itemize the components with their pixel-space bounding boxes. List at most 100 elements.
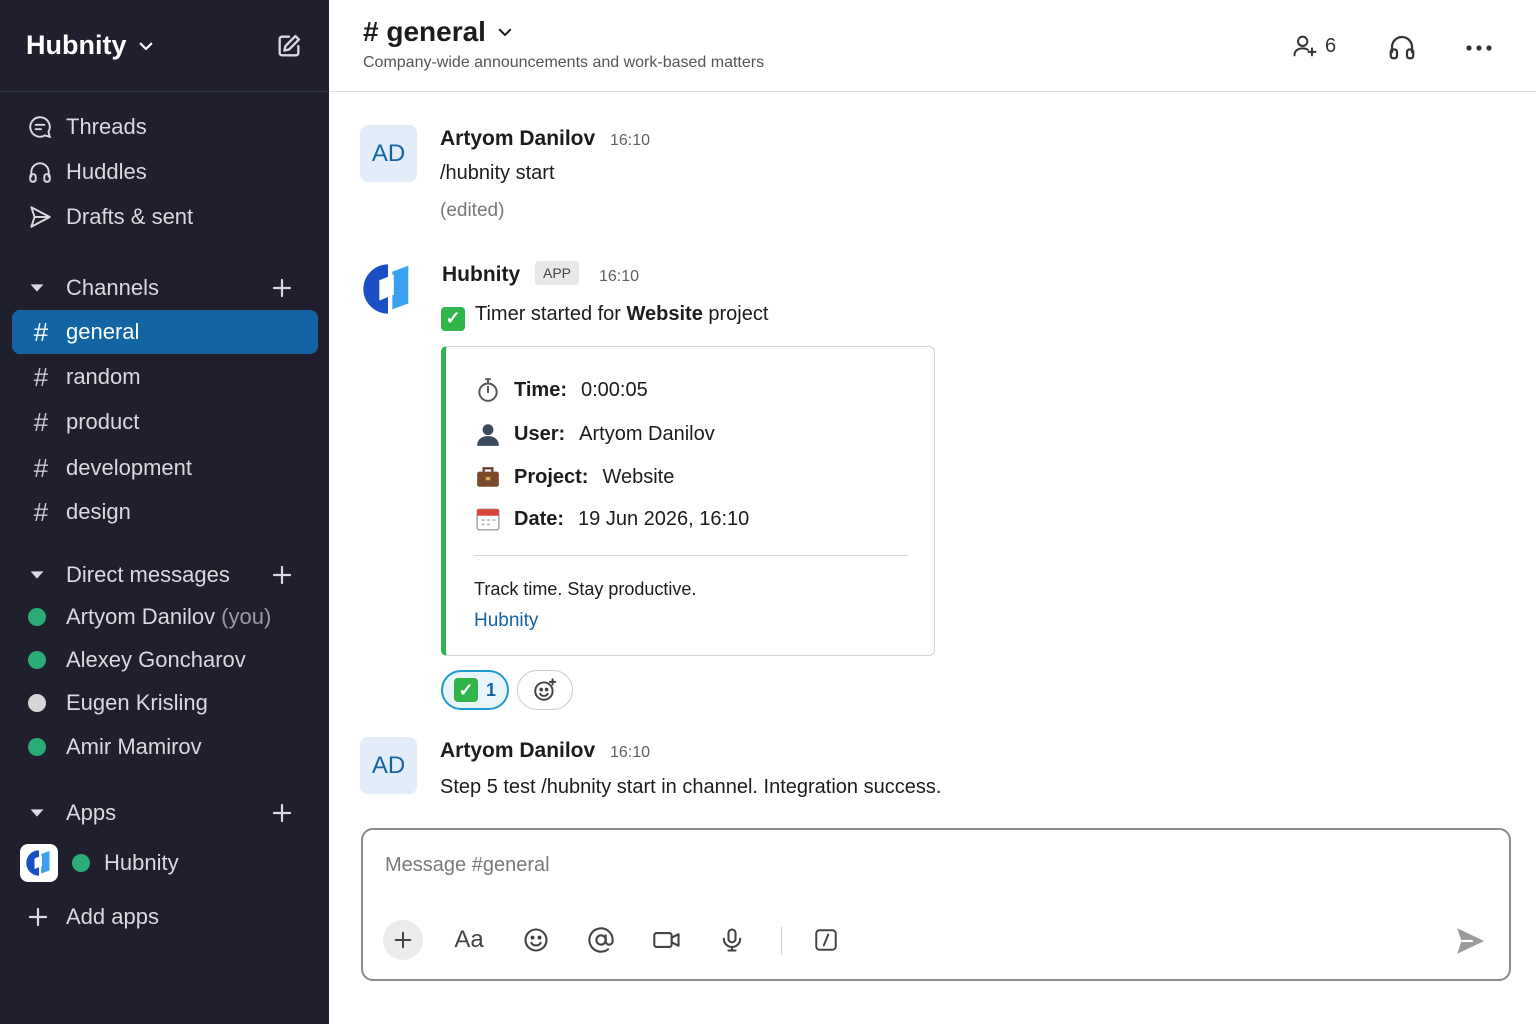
video-icon — [653, 932, 680, 948]
channel-header: # general Company-wide announcements and… — [329, 0, 1536, 92]
apps-section-header[interactable]: Apps — [12, 793, 318, 833]
dm-section-header[interactable]: Direct messages — [12, 555, 318, 595]
channel-random[interactable]: # random — [12, 355, 318, 399]
sidebar: Hubnity Threads Huddles Drafts & sent Ch… — [0, 0, 329, 1024]
caret-down-icon[interactable] — [26, 277, 48, 299]
dm-alexey-goncharov[interactable]: Alexey Goncharov — [12, 639, 318, 681]
emoji-button[interactable] — [516, 920, 556, 960]
add-reaction-button[interactable] — [517, 670, 573, 710]
user-icon — [474, 420, 502, 448]
main-panel: # general Company-wide announcements and… — [329, 0, 1536, 1024]
dm-you-suffix: (you) — [221, 604, 272, 629]
nav-threads[interactable]: Threads — [12, 106, 318, 148]
attach-button[interactable] — [383, 920, 423, 960]
member-count: 6 — [1325, 34, 1337, 57]
avatar[interactable]: AD — [360, 125, 417, 182]
send-icon — [26, 203, 54, 231]
reaction-check[interactable]: ✓ 1 — [441, 670, 509, 710]
formatting-button[interactable]: Aa — [449, 920, 489, 960]
presence-online-icon — [28, 738, 46, 756]
nav-drafts-sent[interactable]: Drafts & sent — [12, 196, 318, 238]
dm-title: Direct messages — [66, 562, 230, 587]
channel-name: development — [66, 455, 192, 480]
card-label: Date: — [514, 507, 565, 530]
card-value: 0:00:05 — [580, 378, 648, 401]
channel-general[interactable]: # general — [12, 310, 318, 354]
headphones-icon[interactable] — [1387, 32, 1417, 62]
dm-name: Amir Mamirov — [66, 734, 202, 759]
nav-huddles[interactable]: Huddles — [12, 151, 318, 193]
at-mention-icon — [588, 927, 614, 953]
message-input[interactable] — [385, 854, 1385, 877]
message-author[interactable]: Hubnity — [442, 263, 520, 287]
message-composer: Aa — [361, 828, 1511, 981]
message-time[interactable]: 16:10 — [610, 132, 650, 150]
nav-label: Huddles — [66, 159, 147, 184]
chevron-down-icon — [498, 28, 512, 36]
card-label: Project: — [514, 465, 589, 488]
presence-away-icon — [28, 694, 46, 712]
message-text: Step 5 test /hubnity start in channel. I… — [440, 776, 942, 798]
message-author[interactable]: Artyom Danilov — [440, 739, 595, 763]
members-button[interactable]: 6 — [1291, 32, 1336, 60]
app-badge: APP — [535, 261, 580, 285]
channel-title-button[interactable]: # general — [363, 16, 514, 48]
avatar[interactable]: AD — [360, 737, 417, 794]
card-value: Artyom Danilov — [579, 422, 715, 445]
hubnity-logo-icon[interactable] — [359, 260, 417, 318]
toolbar-separator — [781, 927, 782, 955]
card-link[interactable]: Hubnity — [474, 610, 538, 632]
compose-icon[interactable] — [275, 32, 303, 60]
message-text-bold: Website — [626, 303, 703, 325]
dm-name: Alexey Goncharov — [66, 647, 246, 672]
card-row-project: Project: Website — [474, 463, 674, 491]
card-row-date: Date: 19 Jun 2026, 16:10 — [474, 505, 749, 533]
calendar-icon — [474, 505, 502, 533]
audio-button[interactable] — [712, 920, 752, 960]
check-mark-icon: ✓ — [453, 678, 478, 702]
add-dm-icon[interactable] — [270, 563, 294, 587]
channel-development[interactable]: # development — [12, 446, 318, 490]
dm-eugen-krisling[interactable]: Eugen Krisling — [12, 682, 318, 724]
more-options-icon[interactable] — [1463, 34, 1495, 62]
presence-online-icon — [28, 608, 46, 626]
add-channel-icon[interactable] — [270, 276, 294, 300]
shortcuts-button[interactable] — [806, 920, 846, 960]
reaction-count: 1 — [485, 679, 496, 700]
add-emoji-icon — [534, 678, 557, 701]
mention-button[interactable] — [581, 920, 621, 960]
hash-icon: # — [33, 316, 49, 347]
threads-icon — [26, 113, 54, 141]
plus-icon — [28, 907, 48, 927]
workspace-name[interactable]: Hubnity — [26, 30, 127, 61]
send-icon[interactable] — [1453, 924, 1487, 958]
add-apps-button[interactable]: Add apps — [12, 896, 159, 938]
channel-product[interactable]: # product — [12, 400, 318, 444]
message-time[interactable]: 16:10 — [599, 268, 639, 286]
caret-down-icon[interactable] — [26, 564, 48, 586]
message-time[interactable]: 16:10 — [610, 744, 650, 762]
app-hubnity[interactable]: Hubnity — [20, 842, 179, 884]
message-author[interactable]: Artyom Danilov — [440, 127, 595, 151]
card-label: User: — [514, 422, 566, 445]
channel-name: general — [66, 319, 140, 344]
caret-down-icon[interactable] — [26, 802, 48, 824]
add-app-icon[interactable] — [270, 801, 294, 825]
channel-design[interactable]: # design — [12, 490, 318, 534]
channel-name: design — [66, 499, 131, 524]
emoji-icon — [524, 928, 548, 952]
channels-section-header[interactable]: Channels — [12, 268, 318, 308]
hubnity-logo-icon — [20, 844, 58, 882]
video-button[interactable] — [647, 920, 687, 960]
hash-icon: # — [33, 452, 49, 483]
slash-command-icon — [815, 929, 837, 951]
microphone-icon — [722, 928, 742, 952]
check-mark-icon: ✓ — [441, 306, 465, 331]
nav-label: Threads — [66, 114, 147, 139]
dm-artyom-danilov[interactable]: Artyom Danilov (you) — [12, 596, 318, 638]
card-footer: Track time. Stay productive. — [474, 579, 697, 599]
channel-name: random — [66, 364, 141, 389]
chevron-down-icon[interactable] — [137, 37, 155, 55]
dm-amir-mamirov[interactable]: Amir Mamirov — [12, 726, 318, 768]
apps-title: Apps — [66, 800, 117, 825]
